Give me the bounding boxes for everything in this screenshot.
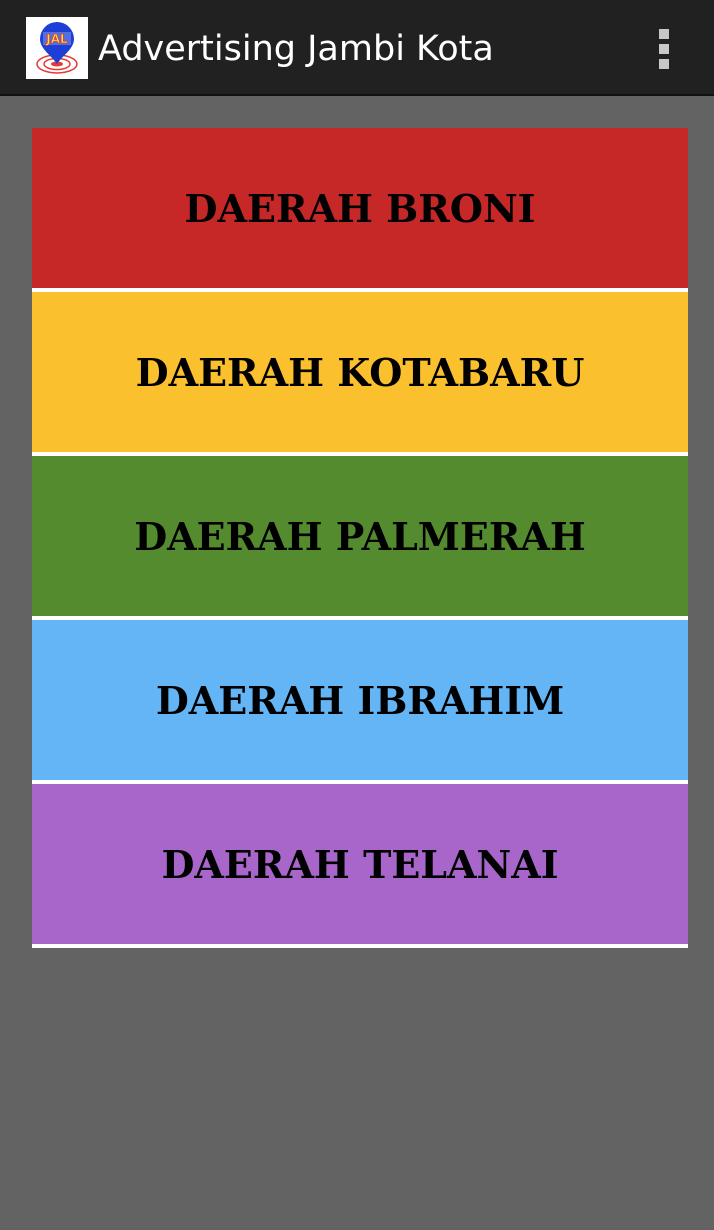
region-label: DAERAH KOTABARU (135, 349, 585, 395)
action-bar: JAL Advertising Jambi Kota (0, 0, 714, 96)
app-title: Advertising Jambi Kota (98, 29, 494, 69)
overflow-menu-icon[interactable] (644, 20, 684, 76)
region-list: DAERAH BRONI DAERAH KOTABARU DAERAH PALM… (32, 128, 688, 948)
overflow-menu-dot (659, 29, 669, 39)
region-label: DAERAH PALMERAH (134, 513, 586, 559)
region-label: DAERAH TELANAI (161, 841, 559, 887)
app-logo-icon[interactable]: JAL (26, 17, 88, 79)
region-label: DAERAH BRONI (184, 185, 536, 231)
logo-text: JAL (45, 32, 68, 46)
overflow-menu-dot (659, 59, 669, 69)
region-item-palmerah[interactable]: DAERAH PALMERAH (32, 456, 688, 620)
region-item-broni[interactable]: DAERAH BRONI (32, 128, 688, 292)
region-item-ibrahim[interactable]: DAERAH IBRAHIM (32, 620, 688, 784)
region-label: DAERAH IBRAHIM (155, 677, 565, 723)
overflow-menu-dot (659, 44, 669, 54)
region-item-telanai[interactable]: DAERAH TELANAI (32, 784, 688, 948)
region-item-kotabaru[interactable]: DAERAH KOTABARU (32, 292, 688, 456)
